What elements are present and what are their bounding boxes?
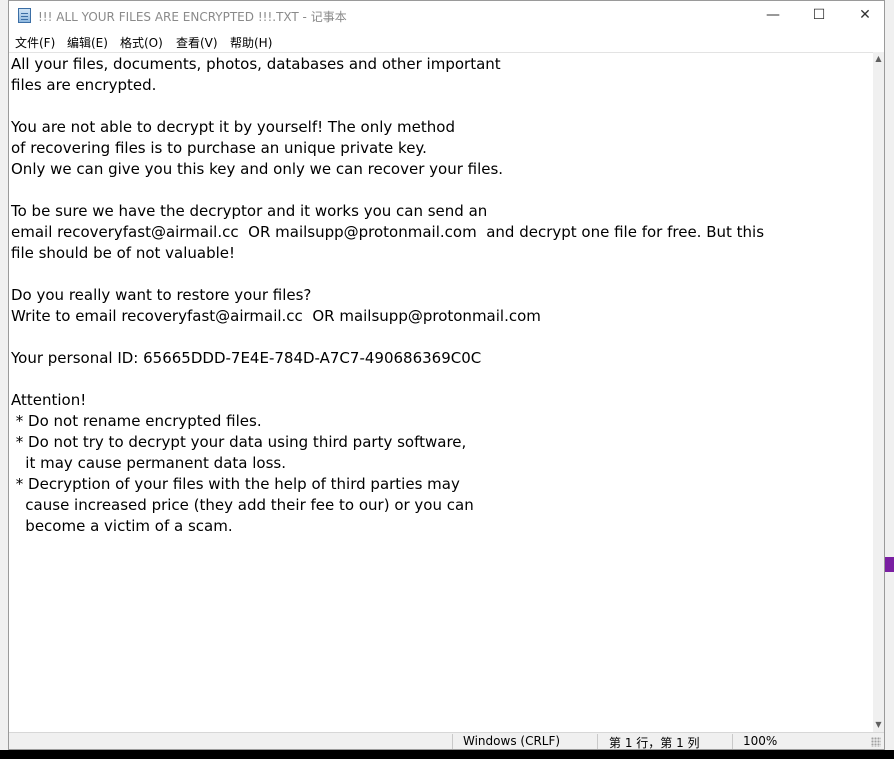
background-taskbar-strip (0, 750, 894, 759)
menu-format[interactable]: 格式(O) (120, 34, 163, 51)
menu-bar: 文件(F) 编辑(E) 格式(O) 查看(V) 帮助(H) (9, 32, 884, 52)
background-window-left (0, 0, 8, 759)
minimize-icon: — (766, 7, 780, 23)
resize-grip-icon[interactable] (871, 737, 881, 747)
status-divider (452, 734, 453, 749)
close-button[interactable]: ✕ (842, 1, 888, 32)
text-editor-area[interactable]: All your files, documents, photos, datab… (9, 52, 873, 732)
background-purple-strip (885, 557, 894, 572)
status-bar: Windows (CRLF) 第 1 行，第 1 列 100% (9, 732, 884, 750)
menu-edit[interactable]: 编辑(E) (67, 34, 108, 51)
status-divider (597, 734, 598, 749)
window-title: !!! ALL YOUR FILES ARE ENCRYPTED !!!.TXT… (38, 10, 347, 24)
menu-file[interactable]: 文件(F) (15, 34, 55, 51)
background-window-right (885, 0, 894, 759)
ransom-note-text[interactable]: All your files, documents, photos, datab… (9, 53, 873, 537)
menu-view[interactable]: 查看(V) (176, 34, 218, 51)
maximize-icon: ☐ (812, 7, 826, 23)
maximize-button[interactable]: ☐ (796, 1, 842, 32)
vertical-scrollbar[interactable]: ▲ ▼ (873, 52, 884, 732)
notepad-window: !!! ALL YOUR FILES ARE ENCRYPTED !!!.TXT… (8, 0, 885, 750)
minimize-button[interactable]: — (750, 1, 796, 32)
cursor-position-status: 第 1 行，第 1 列 (609, 736, 700, 750)
status-divider (732, 734, 733, 749)
title-bar[interactable]: !!! ALL YOUR FILES ARE ENCRYPTED !!!.TXT… (9, 1, 884, 32)
scroll-down-arrow-icon[interactable]: ▼ (873, 718, 884, 732)
menu-help[interactable]: 帮助(H) (230, 34, 272, 51)
zoom-status: 100% (743, 734, 778, 748)
close-icon: ✕ (859, 7, 871, 23)
notepad-icon (18, 8, 31, 23)
scroll-up-arrow-icon[interactable]: ▲ (873, 52, 884, 66)
line-ending-status: Windows (CRLF) (463, 734, 561, 748)
